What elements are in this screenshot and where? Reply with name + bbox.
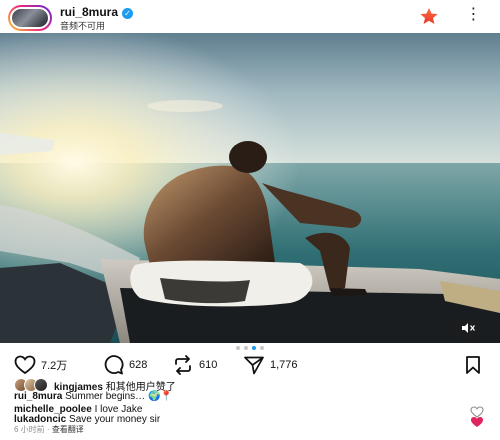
- like-count: 7.2万: [41, 360, 68, 372]
- carousel-dot: [252, 346, 256, 350]
- audio-unavailable-label: 音频不可用: [60, 21, 106, 31]
- avatar[interactable]: [8, 5, 52, 31]
- speaker-muted-icon: [462, 323, 476, 333]
- post-time: 6 小时前: [14, 425, 45, 434]
- caption-text: Summer begins…: [65, 391, 146, 402]
- post-photo[interactable]: [0, 33, 500, 343]
- liked-by-row[interactable]: kingjames 和其他用户赞了: [14, 378, 176, 393]
- share-count: 1,776: [270, 359, 298, 371]
- comment-like-button[interactable]: [470, 415, 484, 427]
- translate-link[interactable]: 查看翻译: [52, 425, 84, 434]
- post-username-text[interactable]: rui_8mura: [60, 5, 118, 19]
- action-bar: 7.2万 628 610 1,776: [0, 353, 500, 377]
- like-button[interactable]: 7.2万: [14, 355, 67, 375]
- liker-avatar: [34, 378, 48, 392]
- meta-separator: ·: [46, 425, 50, 434]
- carousel-dot: [236, 346, 240, 350]
- avatar-image: [12, 9, 48, 27]
- verified-badge-icon: ✓: [122, 8, 134, 19]
- heart-filled-icon: [471, 417, 483, 427]
- comment-count: 628: [129, 359, 148, 371]
- avatar-border: [10, 7, 50, 29]
- more-options-icon[interactable]: ⋮: [462, 6, 486, 26]
- post-meta: 6 小时前 · 查看翻译: [14, 424, 84, 435]
- caption-username[interactable]: rui_8mura: [14, 391, 62, 402]
- send-icon: [244, 356, 264, 375]
- mute-button[interactable]: [455, 318, 481, 338]
- caption-emoji: 🌍📍: [147, 391, 173, 402]
- heart-icon: [14, 355, 36, 375]
- save-button[interactable]: [464, 355, 482, 375]
- share-button[interactable]: 1,776: [243, 355, 298, 375]
- comment-button[interactable]: 628: [103, 355, 147, 375]
- repost-count: 610: [199, 359, 218, 371]
- repost-button[interactable]: 610: [172, 355, 217, 375]
- carousel-indicator: [0, 346, 500, 352]
- carousel-dot: [260, 346, 264, 350]
- carousel-dot: [244, 346, 248, 350]
- caption: rui_8mura Summer begins… 🌍📍: [14, 391, 173, 402]
- repost-icon: [175, 355, 191, 375]
- comment-icon: [104, 355, 124, 375]
- bookmark-icon: [466, 356, 480, 374]
- post-header: rui_8mura ✓ 音频不可用 ⋮: [0, 0, 500, 34]
- star-icon[interactable]: [418, 6, 440, 26]
- post-username[interactable]: rui_8mura ✓: [60, 5, 134, 19]
